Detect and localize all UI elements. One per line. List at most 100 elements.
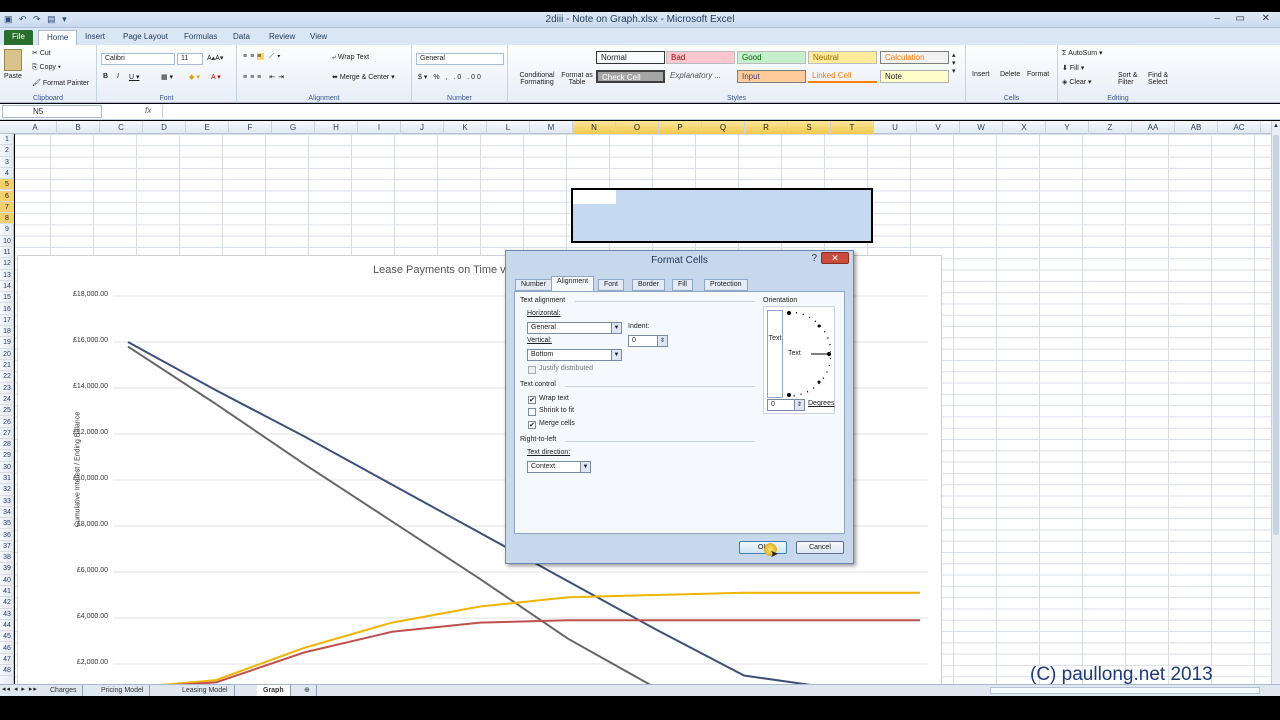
column-header[interactable]: AB [1175,121,1218,134]
row-header[interactable]: 18 [0,326,14,338]
column-header[interactable]: J [401,121,444,134]
row-header[interactable]: 47 [0,654,14,666]
tab-page-layout[interactable]: Page Layout [115,30,176,45]
column-header[interactable]: O [616,121,659,134]
copy-button[interactable]: ⎘ Copy ▾ [32,64,61,72]
tab-view[interactable]: View [302,30,335,45]
row-header[interactable]: 22 [0,371,14,383]
name-box[interactable]: N5 [2,105,102,118]
row-header[interactable]: 1 [0,134,14,146]
row-header[interactable]: 42 [0,597,14,609]
find-select-button[interactable]: Find & Select [1148,72,1176,86]
tab-formulas[interactable]: Formulas [176,30,225,45]
row-header[interactable]: 46 [0,643,14,654]
row-header[interactable]: 5 [0,179,14,191]
shrink-to-fit-checkbox[interactable] [528,408,536,416]
column-header[interactable]: S [788,121,831,134]
row-header[interactable]: 4 [0,168,14,180]
row-header[interactable]: 16 [0,304,14,315]
column-header[interactable]: I [358,121,401,134]
orientation-dial[interactable]: Text [785,310,832,398]
wrap-text-button[interactable]: ⤶ Wrap Text [332,54,369,62]
row-header[interactable]: 25 [0,405,14,417]
row-header[interactable]: 9 [0,224,14,236]
column-header[interactable]: E [186,121,229,134]
cut-button[interactable]: ✂ Cut [32,49,51,57]
style-input[interactable]: Input [737,70,806,83]
sheet-tab[interactable]: Graph [257,685,291,696]
scroll-up-icon[interactable]: ▲ [1272,123,1280,129]
column-header[interactable]: AA [1132,121,1175,134]
sheet-nav-icons[interactable]: ◂◂ ◂ ▸ ▸▸ [2,685,38,693]
row-header[interactable]: 38 [0,552,14,564]
vertical-text-button[interactable]: Text [767,310,783,398]
row-header[interactable]: 12 [0,258,14,270]
column-header[interactable]: M [530,121,573,134]
column-header[interactable]: P [659,121,702,134]
cancel-button[interactable]: Cancel [796,541,844,554]
tab-insert[interactable]: Insert [77,30,113,45]
style-good[interactable]: Good [737,51,806,64]
column-header[interactable]: H [315,121,358,134]
fx-icon[interactable]: fx [145,106,151,115]
tab-file[interactable]: File [4,30,33,45]
row-header[interactable]: 37 [0,541,14,553]
italic-icon[interactable]: I [117,73,119,80]
style-normal[interactable]: Normal [596,51,665,64]
horizontal-scrollbar[interactable] [990,687,1260,694]
row-header[interactable]: 44 [0,620,14,632]
vertical-select[interactable]: Bottom ▼ [527,349,622,361]
row-header[interactable]: 39 [0,563,14,575]
row-header[interactable]: 32 [0,484,14,496]
column-header[interactable]: Q [702,121,745,134]
merge-center-button[interactable]: ⬌ Merge & Center ▾ [332,73,395,81]
underline-icon[interactable]: U ▾ [129,73,140,81]
column-header[interactable]: T [831,121,874,134]
tab-protection[interactable]: Protection [704,279,748,291]
number-format-select[interactable]: General [416,53,504,65]
column-header[interactable]: W [960,121,1003,134]
indent-spinner[interactable]: 0 ⇕ [628,335,668,347]
minimize-icon[interactable]: – [1214,13,1220,24]
row-header[interactable]: 29 [0,450,14,462]
row-header[interactable]: 28 [0,439,14,451]
styles-scroll-icon[interactable]: ▴ ▾ ▾ [952,51,956,75]
vertical-align-icons[interactable]: ≡≡≡ ⟋▾ [243,53,284,61]
style-check-cell[interactable]: Check Cell [596,70,665,83]
font-color-icon[interactable]: A ▾ [211,73,221,81]
row-header[interactable]: 23 [0,383,14,394]
row-header[interactable]: 7 [0,201,14,214]
tab-data[interactable]: Data [225,30,258,45]
column-header[interactable]: R [745,121,788,134]
close-icon[interactable]: ✕ [821,252,849,264]
sheet-tab[interactable]: Leasing Model [176,685,235,696]
style-explanatory[interactable]: Explanatory ... [666,70,735,83]
row-header[interactable]: 8 [0,213,14,225]
style-calculation[interactable]: Calculation [880,51,949,64]
row-header[interactable]: 40 [0,575,14,586]
active-cell[interactable] [573,190,616,204]
text-direction-select[interactable]: Context ▼ [527,461,591,473]
column-header[interactable]: A [14,121,57,134]
row-header[interactable]: 3 [0,157,14,168]
formula-input[interactable] [162,105,1270,118]
ok-button[interactable]: OK [739,541,787,554]
row-header[interactable]: 34 [0,507,14,519]
row-header[interactable]: 27 [0,428,14,440]
insert-sheet-icon[interactable]: ⊕ [298,685,317,696]
paste-button[interactable]: Paste [4,73,22,80]
row-header[interactable]: 19 [0,337,14,349]
insert-cells-button[interactable]: Insert [972,71,990,78]
tab-number[interactable]: Number [515,279,552,291]
row-header[interactable]: 21 [0,360,14,372]
grow-font-icon[interactable]: A▴A▾ [207,54,223,62]
row-header[interactable]: 45 [0,631,14,643]
row-header[interactable]: 17 [0,315,14,327]
maximize-icon[interactable]: ▭ [1236,13,1245,24]
format-painter-button[interactable]: 🖌 Format Painter [32,79,89,87]
column-header[interactable]: K [444,121,487,134]
row-header[interactable]: 13 [0,270,14,281]
tab-border[interactable]: Border [632,279,666,291]
column-header[interactable]: AC [1218,121,1261,134]
row-header[interactable]: 33 [0,496,14,507]
